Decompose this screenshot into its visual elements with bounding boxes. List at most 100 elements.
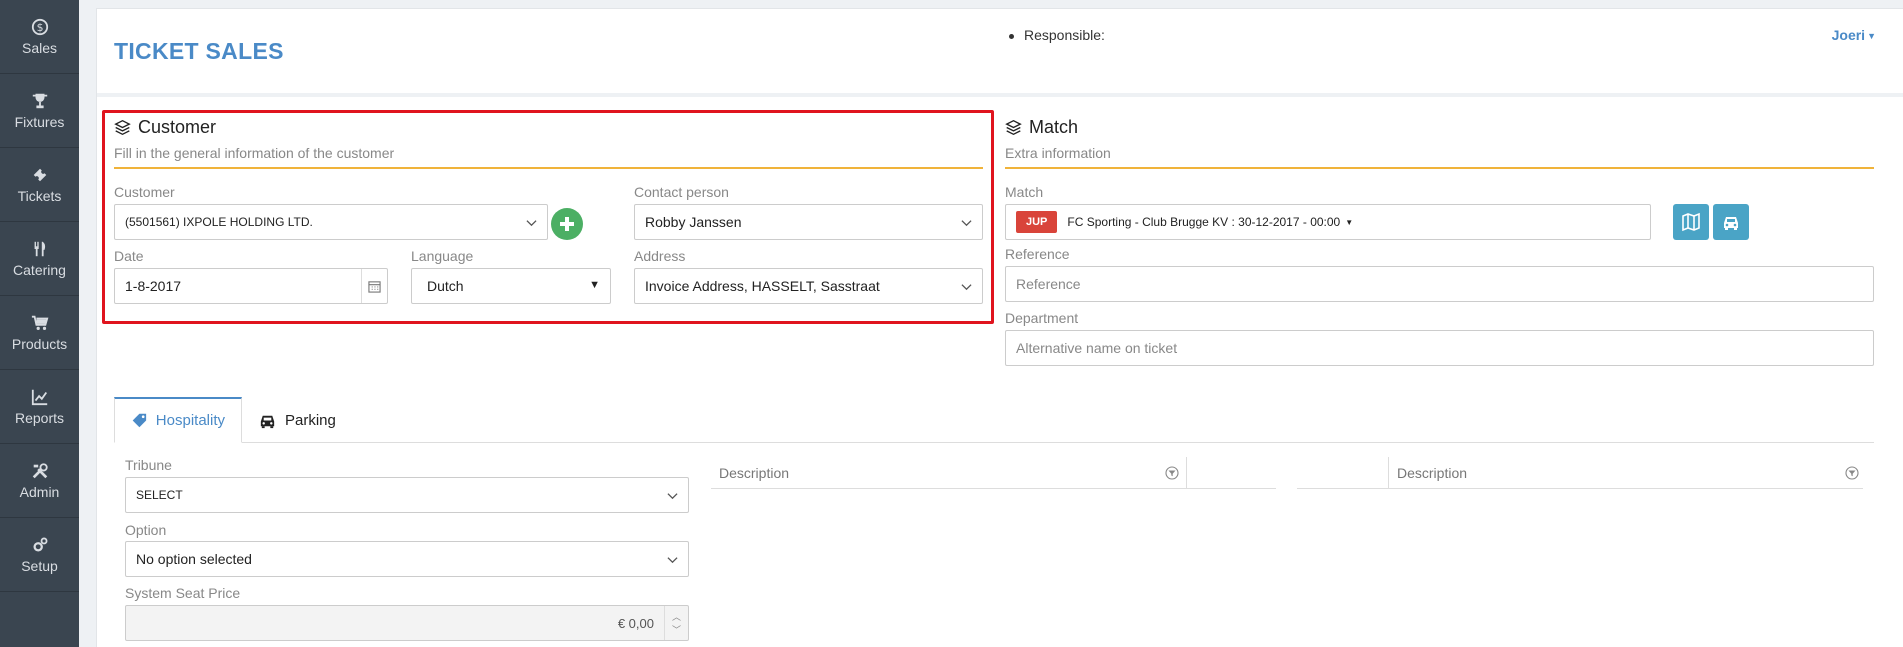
stadium-map-button[interactable] [1673,204,1709,240]
dollar-icon: $ [31,18,48,35]
customer-section: Customer Fill in the general information… [114,117,983,169]
tab-hospitality[interactable]: Hospitality [114,397,242,443]
reference-label: Reference [1005,246,1070,262]
contact-value: Robby Janssen [645,214,742,230]
tab-label: Parking [285,411,336,429]
cart-icon [31,315,48,330]
match-subtitle: Extra information [1005,145,1874,169]
seat-price-label: System Seat Price [125,585,241,601]
ticket-icon [33,168,46,181]
caret-down-icon: ▼ [589,279,600,291]
chevron-down-icon: ﹀ [671,625,681,635]
date-label: Date [114,248,144,264]
chevron-down-icon [961,220,972,227]
chevron-down-icon [526,220,537,227]
customer-value: (5501561) IXPOLE HOLDING LTD. [125,215,313,229]
contact-label: Contact person [634,184,729,200]
contact-person-select[interactable]: Robby Janssen [634,204,983,240]
plus-icon [560,217,574,231]
responsible-label: Responsible: [1024,27,1105,43]
cutlery-icon [34,241,45,256]
address-select[interactable]: Invoice Address, HASSELT, Sasstraat [634,268,983,304]
address-value: Invoice Address, HASSELT, Sasstraat [645,278,880,294]
customer-label: Customer [114,184,175,200]
grid-header-description: Description [1397,464,1468,481]
trophy-icon [32,93,47,108]
svg-text:$: $ [36,21,43,34]
bullet-icon [1009,33,1014,39]
reference-placeholder: Reference [1016,276,1081,292]
left-grid-header: Description [711,457,1276,489]
seat-price-value: € 0,00 [617,615,654,631]
tribune-label: Tribune [125,457,172,473]
sidebar: $ Sales Fixtures Tickets Catering Produc… [0,0,79,647]
filter-icon[interactable] [1165,466,1179,480]
reference-input[interactable]: Reference [1005,266,1874,302]
calendar-button[interactable] [361,269,387,303]
filter-icon[interactable] [1845,466,1859,480]
sidebar-item-label: Catering [13,261,66,278]
right-grid-header: Description [1297,457,1863,489]
customer-section-title: Customer [114,117,983,138]
sidebar-item-label: Tickets [17,187,62,204]
sidebar-item-catering[interactable]: Catering [0,222,79,296]
car-icon [1724,217,1738,230]
sidebar-item-label: Setup [21,557,58,574]
tab-parking[interactable]: Parking [242,397,352,443]
chevron-down-icon [667,557,678,564]
sidebar-item-setup[interactable]: Setup [0,518,79,592]
sidebar-item-admin[interactable]: Admin [0,444,79,518]
sidebar-item-label: Fixtures [14,113,65,130]
sidebar-item-label: Admin [19,483,60,500]
chevron-up-icon: ︿ [671,612,681,622]
price-stepper[interactable]: ︿ ﹀ [664,606,688,640]
sidebar-item-products[interactable]: Products [0,296,79,370]
chevron-down-icon [667,493,678,500]
sidebar-item-label: Reports [14,409,65,426]
chart-icon [31,389,47,405]
grid-header-description: Description [719,464,790,481]
calendar-icon [368,280,381,293]
sidebar-item-fixtures[interactable]: Fixtures [0,74,79,148]
match-value: FC Sporting - Club Brugge KV : 30-12-201… [1067,215,1341,229]
date-input[interactable]: 1-8-2017 [114,268,388,304]
tab-bar: Hospitality Parking [114,397,1874,443]
layers-icon [1005,119,1022,136]
chevron-down-icon [961,284,972,291]
user-menu[interactable]: Joeri ▼ [1832,27,1876,43]
option-value: No option selected [136,551,252,567]
sidebar-item-reports[interactable]: Reports [0,370,79,444]
map-icon [1682,212,1700,232]
seat-price-input[interactable]: € 0,00 ︿ ﹀ [125,605,689,641]
responsible-item: Responsible: [1009,27,1105,43]
user-name: Joeri [1831,27,1866,43]
page-header: TICKET SALES Responsible: Joeri ▼ [97,9,1903,97]
parking-car-button[interactable] [1713,204,1749,240]
tribune-value: SELECT [136,488,183,502]
sidebar-item-label: Products [11,335,68,352]
sidebar-item-sales[interactable]: $ Sales [0,0,79,74]
match-badge: JUP [1016,211,1058,233]
match-title-text: Match [1029,117,1079,137]
car-icon [260,415,275,428]
page-title: TICKET SALES [114,38,284,64]
grid-column-divider [1186,457,1187,489]
department-label: Department [1005,310,1079,326]
tag-icon [132,413,147,428]
tribune-select[interactable]: SELECT [125,477,689,513]
customer-subtitle: Fill in the general information of the c… [114,145,983,169]
sidebar-item-tickets[interactable]: Tickets [0,148,79,222]
add-customer-button[interactable] [551,208,583,240]
department-input[interactable]: Alternative name on ticket [1005,330,1874,366]
customer-title-text: Customer [138,117,217,137]
tab-label: Hospitality [155,412,225,429]
caret-down-icon: ▼ [1867,31,1876,42]
customer-select[interactable]: (5501561) IXPOLE HOLDING LTD. [114,204,548,240]
app-root: $ Sales Fixtures Tickets Catering Produc… [0,0,1903,647]
date-value: 1-8-2017 [125,278,182,294]
match-select[interactable]: JUP FC Sporting - Club Brugge KV : 30-12… [1005,204,1651,240]
language-select[interactable]: Dutch ▼ [411,268,611,304]
language-value: Dutch [427,278,464,294]
option-select[interactable]: No option selected [125,541,689,577]
department-placeholder: Alternative name on ticket [1016,340,1178,356]
